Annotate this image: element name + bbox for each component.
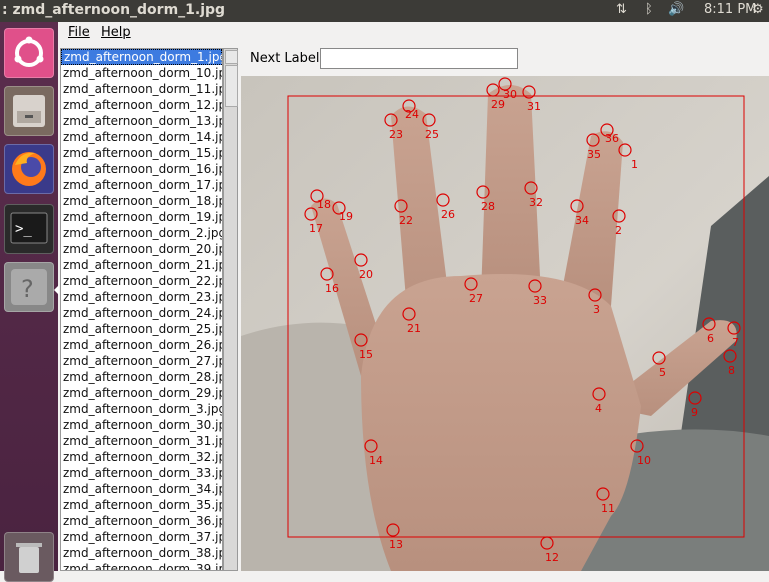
- file-list-item[interactable]: zmd_afternoon_dorm_30.jpg: [61, 417, 222, 433]
- firefox-icon[interactable]: [4, 144, 54, 194]
- file-list-item[interactable]: zmd_afternoon_dorm_32.jpg: [61, 449, 222, 465]
- keypoint-label: 21: [407, 322, 421, 335]
- keypoint-label: 22: [399, 214, 413, 227]
- file-list-item[interactable]: zmd_afternoon_dorm_27.jpg: [61, 353, 222, 369]
- file-list-item[interactable]: zmd_afternoon_dorm_10.jpg: [61, 65, 222, 81]
- menu-help[interactable]: Help: [101, 25, 131, 40]
- file-list-item[interactable]: zmd_afternoon_dorm_12.jpg: [61, 97, 222, 113]
- file-list-item[interactable]: zmd_afternoon_dorm_24.jpg: [61, 305, 222, 321]
- keypoint-label: 19: [339, 210, 353, 223]
- keypoint-label: 28: [481, 200, 495, 213]
- svg-text:>_: >_: [15, 221, 32, 237]
- file-list-item[interactable]: zmd_afternoon_dorm_25.jpg: [61, 321, 222, 337]
- file-list-item[interactable]: zmd_afternoon_dorm_14.jpg: [61, 129, 222, 145]
- file-list-item[interactable]: zmd_afternoon_dorm_33.jpg: [61, 465, 222, 481]
- keypoint-label: 14: [369, 454, 383, 467]
- image-canvas[interactable]: 1 2 3 4 5 6 7 8 9 10 11 12 13 14 15 16 17 18 19 20 21 22 23 24 2…: [241, 76, 769, 571]
- file-list-item[interactable]: zmd_afternoon_dorm_29.jpg: [61, 385, 222, 401]
- keypoint-label: 5: [659, 366, 666, 379]
- keypoint-label: 26: [441, 208, 455, 221]
- active-indicator: [54, 285, 59, 295]
- help-icon[interactable]: ?: [4, 262, 54, 312]
- file-list[interactable]: zmd_afternoon_dorm_1.jpg zmd_afternoon_do…: [60, 48, 223, 571]
- volume-icon[interactable]: 🔊: [668, 2, 684, 17]
- launcher: >_ ?: [0, 22, 59, 582]
- file-list-item[interactable]: zmd_afternoon_dorm_39.jpg: [61, 561, 222, 570]
- file-list-item[interactable]: zmd_afternoon_dorm_23.jpg: [61, 289, 222, 305]
- file-list-item[interactable]: zmd_afternoon_dorm_11.jpg: [61, 81, 222, 97]
- network-icon[interactable]: ⇅: [616, 2, 627, 17]
- scroll-up-button[interactable]: [225, 50, 238, 64]
- keypoint-label: 31: [527, 100, 541, 113]
- file-list-item[interactable]: zmd_afternoon_dorm_15.jpg: [61, 145, 222, 161]
- settings-gear-icon[interactable]: ⚙: [752, 2, 764, 17]
- keypoint-label: 17: [309, 222, 323, 235]
- file-list-item[interactable]: zmd_afternoon_dorm_13.jpg: [61, 113, 222, 129]
- scroll-thumb[interactable]: [225, 65, 238, 107]
- file-list-item[interactable]: zmd_afternoon_dorm_21.jpg: [61, 257, 222, 273]
- keypoint-label: 36: [605, 132, 619, 145]
- file-list-item[interactable]: zmd_afternoon_dorm_17.jpg: [61, 177, 222, 193]
- file-list-item[interactable]: zmd_afternoon_dorm_38.jpg: [61, 545, 222, 561]
- ubuntu-dash-icon[interactable]: [4, 28, 54, 78]
- keypoint-label: 33: [533, 294, 547, 307]
- file-list-scrollbar[interactable]: [223, 48, 238, 571]
- keypoint-label: 6: [707, 332, 714, 345]
- keypoint-label: 11: [601, 502, 615, 515]
- file-list-item[interactable]: zmd_afternoon_dorm_2.jpg: [61, 225, 222, 241]
- keypoint-label: 30: [503, 88, 517, 101]
- keypoint-label: 32: [529, 196, 543, 209]
- menu-file[interactable]: File: [68, 25, 90, 40]
- next-label-caption: Next Label:: [250, 51, 324, 66]
- file-list-item[interactable]: zmd_afternoon_dorm_1.jpg: [61, 49, 222, 65]
- top-panel: : zmd_afternoon_dorm_1.jpg ⇅ ᛒ 🔊 8:11 PM…: [0, 0, 769, 22]
- keypoint-label: 35: [587, 148, 601, 161]
- terminal-icon[interactable]: >_: [4, 204, 54, 254]
- keypoint-label: 25: [425, 128, 439, 141]
- bluetooth-icon[interactable]: ᛒ: [645, 2, 653, 17]
- file-list-item[interactable]: zmd_afternoon_dorm_31.jpg: [61, 433, 222, 449]
- file-list-item[interactable]: zmd_afternoon_dorm_26.jpg: [61, 337, 222, 353]
- keypoint-label: 1: [631, 158, 638, 171]
- file-list-item[interactable]: zmd_afternoon_dorm_22.jpg: [61, 273, 222, 289]
- files-icon[interactable]: [4, 86, 54, 136]
- file-list-item[interactable]: zmd_afternoon_dorm_37.jpg: [61, 529, 222, 545]
- file-list-item[interactable]: zmd_afternoon_dorm_36.jpg: [61, 513, 222, 529]
- file-list-item[interactable]: zmd_afternoon_dorm_3.jpg: [61, 401, 222, 417]
- keypoint-label: 8: [728, 364, 735, 377]
- trash-icon[interactable]: [4, 532, 54, 582]
- menu-bar: File Help: [58, 22, 769, 44]
- keypoint-label: 34: [575, 214, 589, 227]
- keypoint-label: 13: [389, 538, 403, 551]
- file-list-item[interactable]: zmd_afternoon_dorm_34.jpg: [61, 481, 222, 497]
- keypoint-label: 15: [359, 348, 373, 361]
- svg-text:?: ?: [21, 275, 34, 303]
- file-list-item[interactable]: zmd_afternoon_dorm_18.jpg: [61, 193, 222, 209]
- next-label-input[interactable]: [320, 48, 518, 69]
- keypoint-label: 27: [469, 292, 483, 305]
- keypoint-label: 10: [637, 454, 651, 467]
- file-list-item[interactable]: zmd_afternoon_dorm_16.jpg: [61, 161, 222, 177]
- keypoint-label: 3: [593, 303, 600, 316]
- keypoint-label: 24: [405, 108, 419, 121]
- clock[interactable]: 8:11 PM: [704, 2, 756, 17]
- keypoint-label: 23: [389, 128, 403, 141]
- file-list-item[interactable]: zmd_afternoon_dorm_19.jpg: [61, 209, 222, 225]
- keypoint-label: 4: [595, 402, 602, 415]
- hand-image: 123456 7891011121314151617181920212223242…: [241, 76, 769, 571]
- file-list-item[interactable]: zmd_afternoon_dorm_28.jpg: [61, 369, 222, 385]
- keypoint-label: 20: [359, 268, 373, 281]
- file-list-item[interactable]: zmd_afternoon_dorm_20.jpg: [61, 241, 222, 257]
- keypoint-label: 16: [325, 282, 339, 295]
- keypoint-label: 18: [317, 198, 331, 211]
- keypoint-label: 2: [615, 224, 622, 237]
- keypoint-label: 9: [691, 406, 698, 419]
- keypoint-label: 12: [545, 551, 559, 564]
- window-title: : zmd_afternoon_dorm_1.jpg: [2, 2, 226, 18]
- file-list-item[interactable]: zmd_afternoon_dorm_35.jpg: [61, 497, 222, 513]
- keypoint-label: 7: [732, 336, 739, 349]
